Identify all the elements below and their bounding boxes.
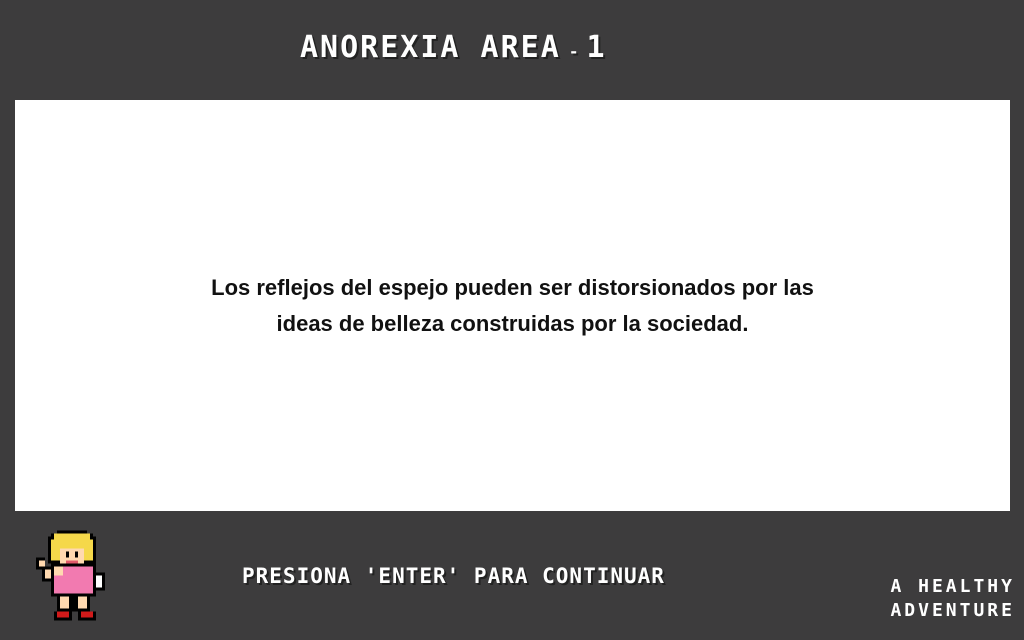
game-logo: A HEALTHY ADVENTURE <box>840 575 1015 625</box>
logo-line-1: A HEALTHY <box>890 576 1015 597</box>
dialog-line: ideas de belleza construidas por la soci… <box>276 310 749 336</box>
continue-prompt: PRESIONA 'ENTER' PARA CONTINUAR <box>242 564 665 588</box>
dialog-line: Los reflejos del espejo pueden ser disto… <box>211 274 814 300</box>
area-name: ANOREXIA AREA <box>300 30 561 65</box>
dialog-panel: Los reflejos del espejo pueden ser disto… <box>15 100 1010 511</box>
area-separator: - <box>568 42 581 61</box>
area-title: ANOREXIA AREA -1 <box>300 28 720 68</box>
pixel-girl-waving-icon <box>36 530 105 621</box>
logo-line-2: ADVENTURE <box>890 600 1015 621</box>
area-level: 1 <box>586 30 607 65</box>
dialog-message: Los reflejos del espejo pueden ser disto… <box>163 270 863 342</box>
